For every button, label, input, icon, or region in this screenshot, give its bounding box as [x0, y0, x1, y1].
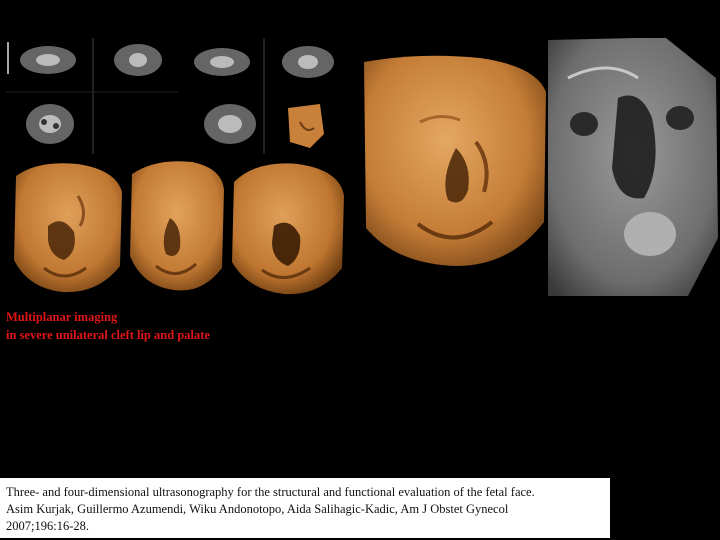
fetal-face-render-1 — [8, 156, 126, 296]
fetal-face-render-2 — [126, 156, 226, 296]
citation-line-1: Three- and four-dimensional ultrasonogra… — [6, 485, 535, 499]
fetal-face-render-large — [360, 52, 548, 270]
fetal-face-grayscale-slice — [548, 38, 720, 298]
citation-box: Three- and four-dimensional ultrasonogra… — [0, 478, 610, 538]
ultrasound-thumbnails-left — [6, 38, 178, 154]
caption-line-1: Multiplanar imaging — [6, 310, 118, 324]
figure-caption: Multiplanar imaging in severe unilateral… — [6, 308, 210, 344]
caption-line-2: in severe unilateral cleft lip and palat… — [6, 328, 210, 342]
ultrasound-thumbnails-right — [180, 38, 348, 154]
citation-line-2: Asim Kurjak, Guillermo Azumendi, Wiku An… — [6, 502, 509, 516]
citation-line-3: 2007;196:16-28. — [6, 519, 89, 533]
fetal-face-render-3 — [228, 156, 348, 298]
